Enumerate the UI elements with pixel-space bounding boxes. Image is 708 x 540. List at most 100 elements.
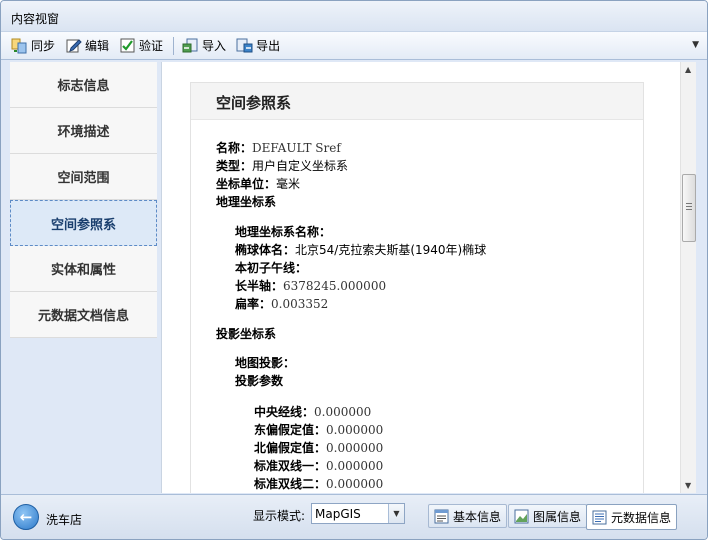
validate-button[interactable]: 验证 bbox=[115, 35, 167, 57]
tab-basic-info[interactable]: 基本信息 bbox=[428, 504, 508, 528]
std-parallel2-label: 标准双线二： bbox=[254, 477, 327, 491]
back-arrow-icon: ← bbox=[19, 508, 33, 526]
toolbar: 同步 编辑 验证 导入 导出 ▼ bbox=[1, 31, 707, 60]
unit-value: 毫米 bbox=[276, 177, 301, 191]
validate-label: 验证 bbox=[139, 39, 164, 53]
type-value: 用户自定义坐标系 bbox=[252, 159, 349, 173]
edit-label: 编辑 bbox=[85, 39, 110, 53]
geo-section-title: 地理坐标系 bbox=[216, 193, 276, 210]
unit-row: 坐标单位：毫米 bbox=[216, 175, 300, 192]
geo-name-row: 地理坐标系名称： bbox=[235, 223, 331, 240]
chevron-down-icon[interactable]: ▼ bbox=[388, 504, 404, 523]
sidebar-item-spatial-reference[interactable]: 空间参照系 bbox=[10, 200, 157, 246]
ellipsoid-row: 椭球体名：北京54/克拉索夫斯基(1940年)椭球 bbox=[235, 241, 486, 258]
content-view-window: 内容视窗 同步 编辑 验证 导入 导出 ▼ 标志信息 环境描述 空间范围 空间参… bbox=[0, 0, 708, 540]
flattening-row: 扁率：0.003352 bbox=[235, 295, 328, 312]
std-parallel2-value: 0.000000 bbox=[326, 477, 384, 491]
window-titlebar: 内容视窗 bbox=[1, 1, 707, 31]
sidebar-item-environment[interactable]: 环境描述 bbox=[10, 108, 157, 154]
geo-title-text: 地理坐标系 bbox=[216, 195, 277, 209]
display-mode-label: 显示模式: bbox=[253, 509, 306, 523]
sidebar-item-label: 环境描述 bbox=[57, 125, 110, 140]
location-label: 洗车店 bbox=[46, 513, 83, 527]
sync-label: 同步 bbox=[31, 39, 56, 53]
display-mode-select[interactable]: MapGIS ▼ bbox=[311, 503, 405, 524]
proj-params-row: 投影参数 bbox=[235, 372, 283, 389]
semi-major-value: 6378245.000000 bbox=[283, 279, 387, 293]
import-icon bbox=[182, 37, 199, 54]
ellipsoid-label: 椭球体名： bbox=[235, 243, 296, 257]
map-proj-label: 地图投影： bbox=[235, 356, 296, 370]
display-mode-value: MapGIS bbox=[315, 507, 361, 521]
tab-label: 元数据信息 bbox=[611, 510, 672, 525]
edit-button[interactable]: 编辑 bbox=[61, 35, 113, 57]
std-parallel1-row: 标准双线一：0.000000 bbox=[254, 457, 383, 474]
false-easting-value: 0.000000 bbox=[326, 423, 384, 437]
semi-major-row: 长半轴：6378245.000000 bbox=[235, 277, 386, 294]
validate-icon bbox=[119, 37, 136, 54]
basic-info-icon bbox=[434, 509, 449, 524]
export-button[interactable]: 导出 bbox=[232, 35, 284, 57]
scroll-up-arrow-icon[interactable]: ▲ bbox=[685, 65, 691, 74]
sidebar-item-label: 空间范围 bbox=[57, 171, 110, 186]
content-panel: 空间参照系 名称：DEFAULT Sref 类型：用户自定义坐标系 坐标单位：毫… bbox=[161, 62, 680, 493]
flattening-label: 扁率： bbox=[235, 297, 272, 311]
sync-icon bbox=[11, 37, 28, 54]
meridian-label: 本初子午线： bbox=[235, 261, 308, 275]
type-label: 类型： bbox=[216, 159, 253, 173]
scrollbar-thumb[interactable] bbox=[682, 174, 696, 242]
geo-name-label: 地理坐标系名称： bbox=[235, 225, 332, 239]
central-meridian-label: 中央经线： bbox=[254, 405, 315, 419]
sync-button[interactable]: 同步 bbox=[7, 35, 59, 57]
tab-label: 图属信息 bbox=[533, 509, 582, 524]
sidebar-item-label: 空间参照系 bbox=[50, 217, 116, 233]
proj-params-label: 投影参数 bbox=[235, 374, 284, 388]
proj-title-text: 投影坐标系 bbox=[216, 327, 277, 341]
back-arrow-button[interactable]: ← bbox=[13, 504, 39, 530]
false-northing-value: 0.000000 bbox=[326, 441, 384, 455]
false-easting-row: 东偏假定值：0.000000 bbox=[254, 421, 383, 438]
sidebar-item-label: 元数据文档信息 bbox=[37, 309, 129, 324]
proj-section-title: 投影坐标系 bbox=[216, 325, 276, 342]
export-label: 导出 bbox=[256, 39, 281, 53]
std-parallel1-label: 标准双线一： bbox=[254, 459, 327, 473]
false-easting-label: 东偏假定值： bbox=[254, 423, 327, 437]
window-title: 内容视窗 bbox=[11, 12, 60, 26]
tab-metadata-info[interactable]: 元数据信息 bbox=[586, 504, 678, 530]
std-parallel2-row: 标准双线二：0.000000 bbox=[254, 475, 383, 492]
toolbar-separator bbox=[173, 36, 175, 55]
sidebar-item-extent[interactable]: 空间范围 bbox=[10, 154, 157, 200]
import-label: 导入 bbox=[202, 39, 227, 53]
semi-major-label: 长半轴： bbox=[235, 279, 284, 293]
metadata-icon bbox=[592, 510, 607, 525]
central-meridian-value: 0.000000 bbox=[314, 405, 372, 419]
toolbar-overflow-chevron-icon[interactable]: ▼ bbox=[692, 40, 699, 50]
central-meridian-row: 中央经线：0.000000 bbox=[254, 403, 371, 420]
edit-icon bbox=[65, 37, 82, 54]
map-attribute-icon bbox=[514, 509, 529, 524]
statusbar: ← 洗车店 显示模式: MapGIS ▼ 基本信息 图属信息 元数据信息 bbox=[1, 494, 707, 539]
sidebar-item-identification[interactable]: 标志信息 bbox=[10, 62, 157, 108]
flattening-value: 0.003352 bbox=[271, 297, 329, 311]
name-label: 名称： bbox=[216, 141, 253, 155]
scroll-down-arrow-icon[interactable]: ▼ bbox=[685, 481, 691, 490]
export-icon bbox=[236, 37, 253, 54]
spatial-reference-card: 空间参照系 名称：DEFAULT Sref 类型：用户自定义坐标系 坐标单位：毫… bbox=[190, 82, 644, 493]
tab-map-attribute[interactable]: 图属信息 bbox=[508, 504, 588, 528]
false-northing-row: 北偏假定值：0.000000 bbox=[254, 439, 383, 456]
sidebar: 标志信息 环境描述 空间范围 空间参照系 实体和属性 元数据文档信息 bbox=[10, 62, 157, 338]
std-parallel1-value: 0.000000 bbox=[326, 459, 384, 473]
grip-icon bbox=[686, 203, 692, 210]
name-value: DEFAULT Sref bbox=[252, 141, 341, 155]
sidebar-item-entity-attributes[interactable]: 实体和属性 bbox=[10, 246, 157, 292]
map-proj-row: 地图投影： bbox=[235, 354, 295, 371]
import-button[interactable]: 导入 bbox=[178, 35, 230, 57]
ellipsoid-value: 北京54/克拉索夫斯基(1940年)椭球 bbox=[295, 243, 487, 257]
name-row: 名称：DEFAULT Sref bbox=[216, 139, 341, 156]
sidebar-item-metadata-document[interactable]: 元数据文档信息 bbox=[10, 292, 157, 338]
section-header: 空间参照系 bbox=[191, 83, 643, 120]
meridian-row: 本初子午线： bbox=[235, 259, 307, 276]
vertical-scrollbar[interactable]: ▲ ▼ bbox=[680, 62, 696, 493]
type-row: 类型：用户自定义坐标系 bbox=[216, 157, 348, 174]
sidebar-item-label: 标志信息 bbox=[57, 79, 110, 94]
